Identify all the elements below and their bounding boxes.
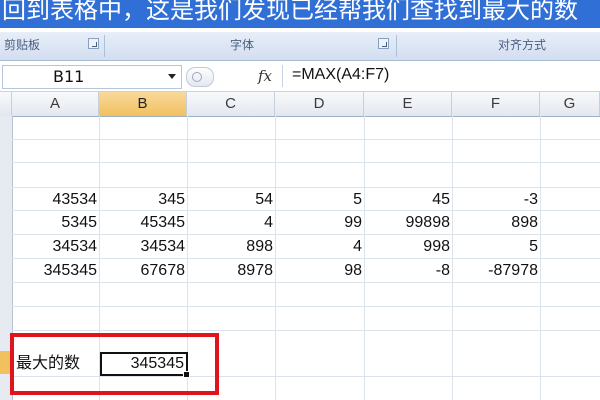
ribbon-separator — [396, 35, 397, 57]
table-cell[interactable]: 5 — [452, 236, 538, 258]
column-header-a[interactable]: A — [12, 92, 99, 116]
table-cell[interactable]: 4 — [275, 236, 362, 258]
table-cell[interactable]: 898 — [187, 236, 273, 258]
name-box[interactable]: B11 — [2, 65, 182, 89]
column-header-f[interactable]: F — [452, 92, 540, 116]
ribbon-group-bar: 剪贴板 字体 对齐方式 — [0, 32, 600, 61]
highlight-box — [10, 333, 219, 395]
clipboard-launcher-icon[interactable] — [88, 38, 99, 49]
formula-cancel-button[interactable] — [186, 67, 214, 87]
caption-text: 回到表格中，这是我们发现已经帮我们查找到最大的数 — [2, 0, 578, 24]
table-cell[interactable]: 898 — [452, 212, 538, 234]
formula-separator — [282, 65, 283, 87]
ribbon-separator — [104, 35, 105, 57]
select-all-corner[interactable] — [0, 92, 12, 116]
table-cell[interactable]: 99898 — [364, 212, 451, 234]
table-cell[interactable]: 998 — [364, 236, 450, 258]
chevron-down-icon[interactable] — [168, 74, 176, 79]
table-cell[interactable]: 45345 — [99, 212, 186, 234]
table-cell[interactable]: 43534 — [12, 189, 98, 211]
caption-bar: 回到表格中，这是我们发现已经帮我们查找到最大的数 — [0, 0, 600, 28]
column-header-c[interactable]: C — [187, 92, 275, 116]
table-cell[interactable]: 54 — [187, 189, 273, 211]
table-cell[interactable]: 345345 — [12, 260, 97, 282]
table-cell[interactable]: 5 — [275, 189, 362, 211]
table-cell[interactable]: 5345 — [12, 212, 97, 234]
grid-line — [12, 234, 600, 235]
formula-bar: B11 fx =MAX(A4:F7) — [0, 61, 600, 92]
grid-line — [12, 282, 600, 283]
column-header-d[interactable]: D — [275, 92, 364, 116]
table-cell[interactable]: 67678 — [99, 260, 186, 282]
table-cell[interactable]: 4 — [187, 212, 273, 234]
grid-line — [12, 330, 600, 331]
ribbon-group-font: 字体 — [230, 38, 255, 52]
table-cell[interactable]: 99 — [275, 212, 362, 234]
insert-function-icon[interactable]: fx — [258, 67, 272, 85]
column-header-b[interactable]: B — [99, 92, 187, 116]
column-header-e[interactable]: E — [364, 92, 452, 116]
table-cell[interactable]: -8 — [364, 260, 450, 282]
column-header-g[interactable]: G — [540, 92, 600, 116]
grid-line — [12, 258, 600, 259]
table-cell[interactable]: 34534 — [99, 236, 186, 258]
table-cell[interactable]: 45 — [364, 189, 450, 211]
ribbon-group-alignment: 对齐方式 — [498, 38, 547, 52]
grid-line — [12, 306, 600, 307]
table-cell[interactable]: 98 — [275, 260, 362, 282]
ribbon-group-clipboard: 剪贴板 — [4, 38, 41, 52]
name-box-value: B11 — [53, 67, 85, 86]
table-cell[interactable]: 8978 — [187, 260, 273, 282]
table-cell[interactable]: -3 — [452, 189, 538, 211]
font-launcher-icon[interactable] — [378, 38, 389, 49]
grid-line — [12, 139, 600, 140]
column-headers: A B C D E F G — [0, 92, 600, 117]
table-cell[interactable]: 34534 — [12, 236, 98, 258]
table-cell[interactable]: -87978 — [452, 260, 538, 282]
grid-line — [12, 162, 600, 163]
formula-input[interactable]: =MAX(A4:F7) — [292, 66, 389, 84]
grid-line — [12, 187, 600, 188]
table-cell[interactable]: 345 — [99, 189, 185, 211]
